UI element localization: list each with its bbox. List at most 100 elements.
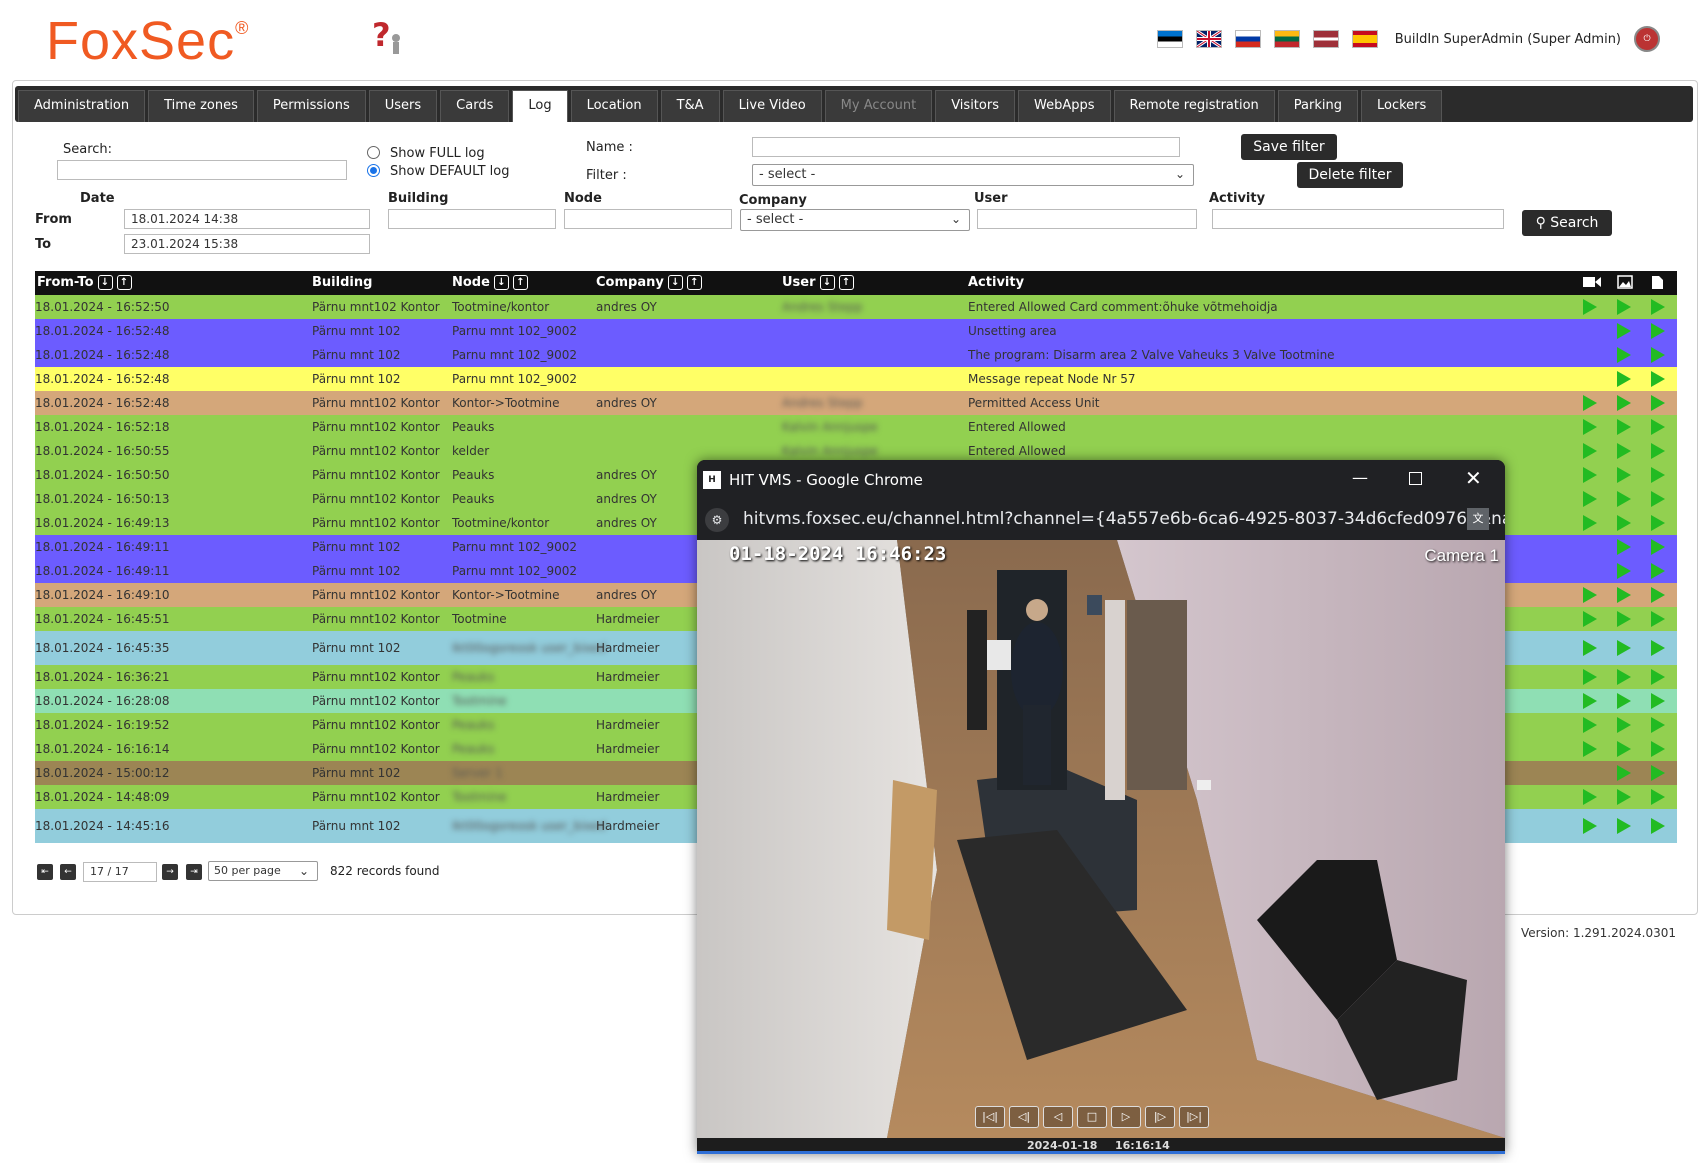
minimize-icon[interactable]: — xyxy=(1352,468,1368,487)
tab-t-a[interactable]: T&A xyxy=(660,90,720,122)
play-document-icon[interactable] xyxy=(1651,818,1665,834)
play-image-icon[interactable] xyxy=(1617,491,1631,507)
play-image-icon[interactable] xyxy=(1617,323,1631,339)
play-video-icon[interactable] xyxy=(1583,419,1597,435)
spain-flag[interactable] xyxy=(1351,30,1378,48)
play-document-icon[interactable] xyxy=(1651,717,1665,733)
play-image-icon[interactable] xyxy=(1617,467,1631,483)
playback-timeline[interactable]: 2024-01-18 16:16:14 xyxy=(697,1138,1505,1154)
play-video-icon[interactable] xyxy=(1583,515,1597,531)
next-page-button[interactable]: → xyxy=(162,864,178,880)
russia-flag[interactable] xyxy=(1234,30,1261,48)
play-video-icon[interactable] xyxy=(1583,491,1597,507)
camera-video-feed[interactable]: 01-18-2024 16:46:23 Camera 1 |◁| ◁| ◁ □ … xyxy=(697,540,1505,1138)
tab-my-account[interactable]: My Account xyxy=(824,90,933,122)
tab-permissions[interactable]: Permissions xyxy=(256,90,366,122)
play-image-icon[interactable] xyxy=(1617,693,1631,709)
tab-remote-registration[interactable]: Remote registration xyxy=(1113,90,1275,122)
current-user[interactable]: BuildIn SuperAdmin (Super Admin) xyxy=(1395,32,1621,47)
skip-end-icon[interactable]: |▷| xyxy=(1179,1106,1209,1128)
tab-administration[interactable]: Administration xyxy=(18,90,146,122)
filter-name-input[interactable] xyxy=(752,137,1180,157)
play-icon[interactable]: ▷ xyxy=(1111,1106,1141,1128)
table-row[interactable]: 18.01.2024 - 16:52:48 Pärnu mnt 102 Parnu … xyxy=(35,367,1677,391)
close-icon[interactable]: ✕ xyxy=(1465,466,1482,490)
play-document-icon[interactable] xyxy=(1651,443,1665,459)
play-image-icon[interactable] xyxy=(1617,669,1631,685)
last-page-button[interactable]: ⇥ xyxy=(186,864,202,880)
logout-icon[interactable]: ⏻ xyxy=(1634,26,1660,52)
play-video-icon[interactable] xyxy=(1583,587,1597,603)
play-image-icon[interactable] xyxy=(1617,818,1631,834)
play-video-icon[interactable] xyxy=(1583,717,1597,733)
play-video-icon[interactable] xyxy=(1583,669,1597,685)
node-input[interactable] xyxy=(564,209,732,229)
play-image-icon[interactable] xyxy=(1617,299,1631,315)
translate-icon[interactable]: 文 xyxy=(1467,508,1489,530)
site-settings-icon[interactable]: ⚙ xyxy=(705,508,729,532)
table-row[interactable]: 18.01.2024 - 16:52:48 Pärnu mnt 102 Parnu … xyxy=(35,319,1677,343)
play-video-icon[interactable] xyxy=(1583,640,1597,656)
show-full-log-radio[interactable] xyxy=(367,146,380,159)
play-image-icon[interactable] xyxy=(1617,587,1631,603)
play-video-icon[interactable] xyxy=(1583,299,1597,315)
play-video-icon[interactable] xyxy=(1583,741,1597,757)
play-image-icon[interactable] xyxy=(1617,419,1631,435)
filter-select[interactable]: - select - ⌄ xyxy=(752,164,1194,186)
tab-users[interactable]: Users xyxy=(368,90,438,122)
user-input[interactable] xyxy=(977,209,1197,229)
play-document-icon[interactable] xyxy=(1651,789,1665,805)
play-video-icon[interactable] xyxy=(1583,443,1597,459)
tab-parking[interactable]: Parking xyxy=(1277,90,1358,122)
sort-asc-icon[interactable]: ↑ xyxy=(116,275,132,290)
play-image-icon[interactable] xyxy=(1617,563,1631,579)
table-row[interactable]: 18.01.2024 - 16:52:48 Pärnu mnt102 Kontor… xyxy=(35,391,1677,415)
tab-lockers[interactable]: Lockers xyxy=(1361,90,1443,122)
from-date-input[interactable]: 18.01.2024 14:38 xyxy=(124,209,370,229)
play-image-icon[interactable] xyxy=(1617,717,1631,733)
play-document-icon[interactable] xyxy=(1651,539,1665,555)
play-document-icon[interactable] xyxy=(1651,395,1665,411)
play-video-icon[interactable] xyxy=(1583,467,1597,483)
play-video-icon[interactable] xyxy=(1583,693,1597,709)
search-button[interactable]: ⚲ Search xyxy=(1522,210,1612,236)
play-document-icon[interactable] xyxy=(1651,669,1665,685)
play-document-icon[interactable] xyxy=(1651,587,1665,603)
table-row[interactable]: 18.01.2024 - 16:52:18 Pärnu mnt102 Kontor… xyxy=(35,415,1677,439)
tab-cards[interactable]: Cards xyxy=(440,90,510,122)
play-document-icon[interactable] xyxy=(1651,371,1665,387)
tab-log[interactable]: Log xyxy=(512,90,568,122)
play-document-icon[interactable] xyxy=(1651,323,1665,339)
tab-webapps[interactable]: WebApps xyxy=(1017,90,1111,122)
play-image-icon[interactable] xyxy=(1617,741,1631,757)
tab-time-zones[interactable]: Time zones xyxy=(148,90,254,122)
play-document-icon[interactable] xyxy=(1651,611,1665,627)
popup-addressbar[interactable]: ⚙ hitvms.foxsec.eu/channel.html?channel=… xyxy=(697,500,1505,540)
save-filter-button[interactable]: Save filter xyxy=(1241,134,1337,160)
step-back-icon[interactable]: ◁| xyxy=(1009,1106,1039,1128)
uk-flag[interactable] xyxy=(1195,30,1222,48)
table-row[interactable]: 18.01.2024 - 16:52:48 Pärnu mnt 102 Parnu … xyxy=(35,343,1677,367)
vms-popup-window[interactable]: H HIT VMS - Google Chrome — ✕ ⚙ hitvms.f… xyxy=(697,460,1505,1154)
play-image-icon[interactable] xyxy=(1617,395,1631,411)
play-document-icon[interactable] xyxy=(1651,693,1665,709)
play-document-icon[interactable] xyxy=(1651,563,1665,579)
tab-visitors[interactable]: Visitors xyxy=(935,90,1015,122)
company-select[interactable]: - select - ⌄ xyxy=(740,209,970,231)
play-document-icon[interactable] xyxy=(1651,467,1665,483)
page-input[interactable]: 17 / 17 xyxy=(83,862,157,882)
sort-desc-icon[interactable]: ↓ xyxy=(493,275,509,290)
sort-desc-icon[interactable]: ↓ xyxy=(97,275,113,290)
activity-input[interactable] xyxy=(1212,209,1504,229)
play-document-icon[interactable] xyxy=(1651,491,1665,507)
sort-asc-icon[interactable]: ↑ xyxy=(838,275,854,290)
lithuania-flag[interactable] xyxy=(1273,30,1300,48)
prev-page-button[interactable]: ← xyxy=(60,864,76,880)
play-image-icon[interactable] xyxy=(1617,515,1631,531)
play-video-icon[interactable] xyxy=(1583,818,1597,834)
play-image-icon[interactable] xyxy=(1617,539,1631,555)
timeline-track[interactable] xyxy=(697,1151,1505,1154)
help-icon[interactable]: ? xyxy=(370,16,404,56)
per-page-select[interactable]: 50 per page ⌄ xyxy=(208,861,318,881)
sort-asc-icon[interactable]: ↑ xyxy=(686,275,702,290)
